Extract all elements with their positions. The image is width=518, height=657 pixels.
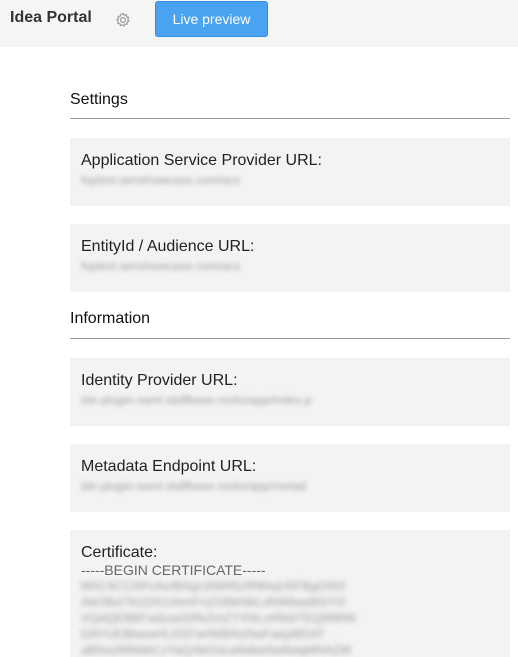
top-bar: Idea Portal Live preview (0, 0, 518, 47)
certificate-line: DAYUEBbwwHLEEFaHNfbNzNaFadyMDAT (81, 627, 326, 641)
asp-url-card: Application Service Provider URL: fsptes… (70, 138, 510, 206)
live-preview-button[interactable]: Live preview (155, 1, 268, 37)
settings-divider (70, 118, 510, 119)
certificate-label: Certificate: (81, 544, 158, 561)
entity-id-value: fsptest.iamshowcase.com/acs (81, 259, 241, 273)
app-title: Idea Portal (10, 9, 92, 26)
certificate-begin: -----BEGIN CERTIFICATE----- (81, 562, 266, 578)
entity-id-label: EntityId / Audience URL: (81, 238, 255, 255)
gear-icon[interactable] (115, 12, 131, 28)
metadata-url-value: ide-plugin-saml.staffbase.rocks/app/meta… (81, 479, 307, 493)
information-divider (70, 338, 510, 339)
asp-url-value: fsptest.iamshowcase.com/acs (81, 173, 241, 187)
idp-url-label: Identity Provider URL: (81, 372, 238, 389)
metadata-url-card: Metadata Endpoint URL: ide-plugin-saml.s… (70, 444, 510, 512)
asp-url-label: Application Service Provider URL: (81, 152, 322, 169)
certificate-line: aBNa2MNbbCzYaQAbGdcaNdbeNaNdqMNAZM (81, 643, 352, 657)
information-heading: Information (70, 310, 151, 327)
certificate-card: Certificate: -----BEGIN CERTIFICATE-----… (70, 530, 510, 657)
settings-heading: Settings (70, 91, 128, 108)
certificate-line: MIIC4CCAPzAoIBAgIJAM45zRWwjU5FBgOlS0 (81, 579, 346, 593)
idp-url-value: ide-plugin-saml.staffbase.rocks/app/inde… (81, 393, 312, 407)
certificate-line: VQdQEBBFadzaaSRkZmZYXNLmRkbTEQMMiM (81, 611, 356, 625)
idp-url-card: Identity Provider URL: ide-plugin-saml.s… (70, 358, 510, 426)
certificate-line: AbOBd7N1DA1nhmFnZGBbNbLdNWbwdKbTO (81, 595, 346, 609)
metadata-url-label: Metadata Endpoint URL: (81, 458, 257, 475)
entity-id-card: EntityId / Audience URL: fsptest.iamshow… (70, 224, 510, 292)
